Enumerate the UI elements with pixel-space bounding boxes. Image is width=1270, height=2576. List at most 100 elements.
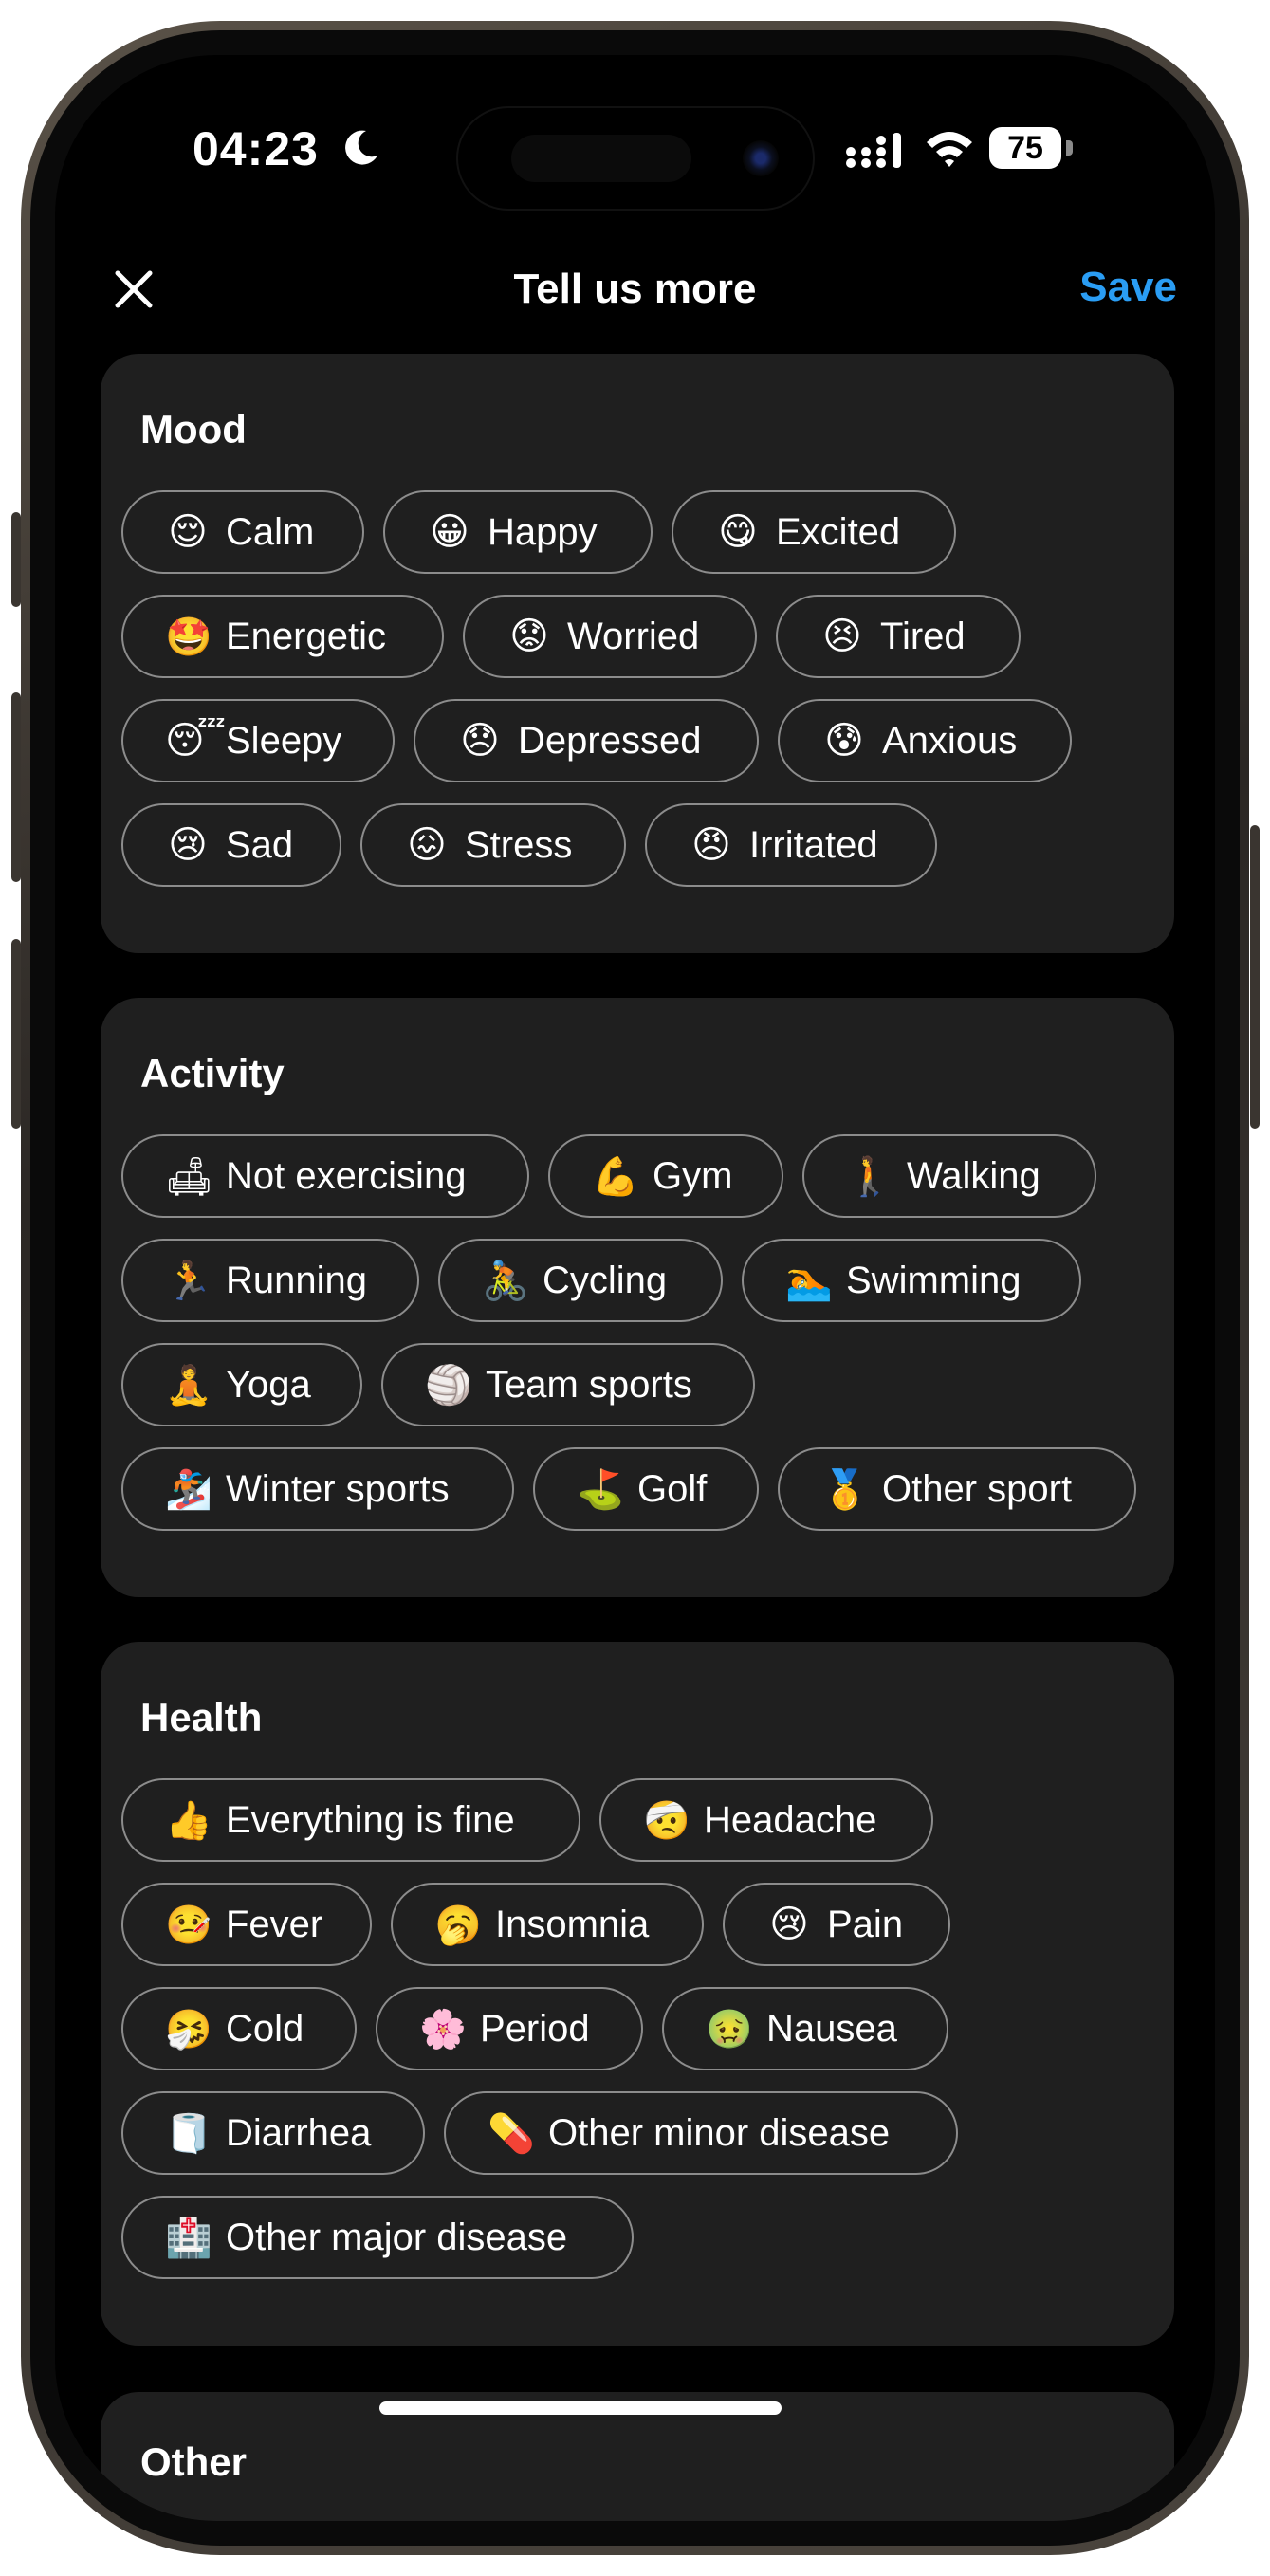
nav-bar: Tell us more Save: [55, 245, 1215, 340]
chip-label: Excited: [776, 510, 901, 553]
walking-person-icon: 🚶: [846, 1154, 893, 1199]
chip-gym[interactable]: 💪 Gym: [548, 1134, 783, 1218]
page-title: Tell us more: [513, 266, 757, 312]
chip-other-major-disease[interactable]: 🏥 Other major disease: [121, 2196, 634, 2279]
chip-winter-sports[interactable]: 🏂 Winter sports: [121, 1447, 514, 1531]
crying-face-icon: 😢: [769, 1903, 809, 1946]
nauseated-face-icon: 🤢: [706, 2007, 753, 2052]
chip-label: Stress: [465, 823, 573, 866]
chip-label: Sad: [226, 823, 294, 866]
chip-label: Energetic: [226, 615, 386, 657]
chip-sad[interactable]: 😢 Sad: [121, 803, 341, 887]
chip-other-minor-disease[interactable]: 💊 Other minor disease: [444, 2091, 958, 2175]
thermometer-face-icon: 🤒: [165, 1903, 212, 1947]
chip-stress[interactable]: 😖 Stress: [360, 803, 626, 887]
chip-other-sport[interactable]: 🥇 Other sport: [778, 1447, 1136, 1531]
chip-sleepy[interactable]: 😴 Sleepy: [121, 699, 395, 782]
chip-calm[interactable]: 😌 Calm: [121, 490, 364, 574]
chip-label: Team sports: [486, 1363, 692, 1406]
chip-cold[interactable]: 🤧 Cold: [121, 1987, 357, 2070]
chip-tired[interactable]: 😣 Tired: [776, 595, 1021, 678]
yoga-person-icon: 🧘: [165, 1363, 212, 1408]
calm-emoji-icon: 😌: [168, 510, 208, 554]
status-time: 04:23: [193, 122, 319, 175]
chip-label: Irritated: [749, 823, 878, 866]
chip-label: Pain: [827, 1903, 904, 1945]
chip-label: Everything is fine: [226, 1798, 515, 1841]
chip-label: Swimming: [846, 1259, 1022, 1301]
chip-swimming[interactable]: 🏊 Swimming: [742, 1239, 1081, 1322]
energetic-emoji-icon: 🤩: [165, 615, 212, 659]
yawning-face-icon: 🥱: [434, 1903, 482, 1947]
anxious-emoji-icon: 😰: [824, 719, 864, 763]
chip-anxious[interactable]: 😰 Anxious: [778, 699, 1072, 782]
chip-label: Fever: [226, 1903, 323, 1945]
volume-down-button: [11, 939, 21, 1129]
snowboarder-icon: 🏂: [165, 1467, 212, 1512]
chip-label: Anxious: [882, 719, 1018, 762]
pill-icon: 💊: [488, 2111, 535, 2156]
status-bar: 04:23 75: [55, 55, 1215, 211]
chip-label: Depressed: [518, 719, 702, 762]
chip-not-exercising[interactable]: 🛋 Not exercising: [121, 1134, 529, 1218]
chip-energetic[interactable]: 🤩 Energetic: [121, 595, 444, 678]
chip-label: Nausea: [766, 2007, 897, 2050]
chip-label: Gym: [653, 1154, 733, 1197]
activity-title: Activity: [140, 1051, 285, 1095]
mood-title: Mood: [140, 407, 247, 451]
swimmer-icon: 🏊: [785, 1259, 833, 1303]
chip-nausea[interactable]: 🤢 Nausea: [662, 1987, 948, 2070]
other-title: Other: [140, 2439, 248, 2484]
thumbs-up-icon: 👍: [165, 1798, 212, 1843]
action-button: [11, 512, 21, 607]
stress-emoji-icon: 😖: [407, 823, 447, 867]
golf-flag-icon: ⛳: [577, 1467, 624, 1512]
chip-fever[interactable]: 🤒 Fever: [121, 1883, 372, 1966]
save-button[interactable]: Save: [1079, 264, 1177, 311]
chip-label: Other minor disease: [548, 2111, 891, 2154]
battery-level: 75: [989, 127, 1061, 169]
chip-label: Running: [226, 1259, 368, 1301]
mood-card: Mood 😌 Calm 😀 Happy 😋 Excited 🤩 Energetic 😟 W…: [101, 354, 1174, 953]
chip-irritated[interactable]: 😠 Irritated: [645, 803, 937, 887]
chip-yoga[interactable]: 🧘 Yoga: [121, 1343, 362, 1426]
couch-icon: 🛋: [165, 1154, 213, 1199]
chip-label: Period: [480, 2007, 590, 2050]
running-person-icon: 🏃: [165, 1259, 212, 1303]
sleepy-emoji-icon: 😴: [165, 719, 227, 763]
sneezing-face-icon: 🤧: [165, 2007, 212, 2052]
screen: 04:23 75 Tell us more Save Mood 😌 Calm 😀…: [55, 55, 1215, 2521]
activity-card: Activity 🛋 Not exercising 💪 Gym 🚶 Walking 🏃…: [101, 998, 1174, 1597]
chip-insomnia[interactable]: 🥱 Insomnia: [391, 1883, 704, 1966]
chip-label: Diarrhea: [226, 2111, 372, 2154]
chip-everything-fine[interactable]: 👍 Everything is fine: [121, 1778, 580, 1862]
medal-icon: 🥇: [821, 1467, 869, 1512]
chip-happy[interactable]: 😀 Happy: [383, 490, 653, 574]
chip-running[interactable]: 🏃 Running: [121, 1239, 419, 1322]
depressed-emoji-icon: 😞: [460, 719, 500, 763]
front-camera-icon: [743, 140, 779, 176]
home-indicator[interactable]: [379, 2401, 782, 2415]
chip-excited[interactable]: 😋 Excited: [672, 490, 956, 574]
chip-team-sports[interactable]: 🏐 Team sports: [381, 1343, 755, 1426]
health-card: Health 👍 Everything is fine 🤕 Headache 🤒 Fe…: [101, 1642, 1174, 2346]
happy-emoji-icon: 😀: [430, 510, 469, 554]
chip-period[interactable]: 🌸 Period: [376, 1987, 643, 2070]
chip-golf[interactable]: ⛳ Golf: [533, 1447, 759, 1531]
chip-label: Other major disease: [226, 2216, 568, 2258]
chip-label: Calm: [226, 510, 315, 553]
flexed-biceps-icon: 💪: [592, 1154, 639, 1199]
chip-depressed[interactable]: 😞 Depressed: [414, 699, 759, 782]
chip-cycling[interactable]: 🚴 Cycling: [438, 1239, 723, 1322]
chip-worried[interactable]: 😟 Worried: [463, 595, 757, 678]
chip-label: Cold: [226, 2007, 304, 2050]
island-sensor: [511, 135, 691, 182]
chip-label: Insomnia: [495, 1903, 650, 1945]
chip-diarrhea[interactable]: 🧻 Diarrhea: [121, 2091, 425, 2175]
volleyball-icon: 🏐: [425, 1363, 472, 1408]
headache-face-icon: 🤕: [643, 1798, 690, 1843]
chip-walking[interactable]: 🚶 Walking: [802, 1134, 1096, 1218]
battery-icon: 75: [989, 127, 1073, 169]
chip-pain[interactable]: 😢 Pain: [723, 1883, 950, 1966]
chip-headache[interactable]: 🤕 Headache: [599, 1778, 933, 1862]
